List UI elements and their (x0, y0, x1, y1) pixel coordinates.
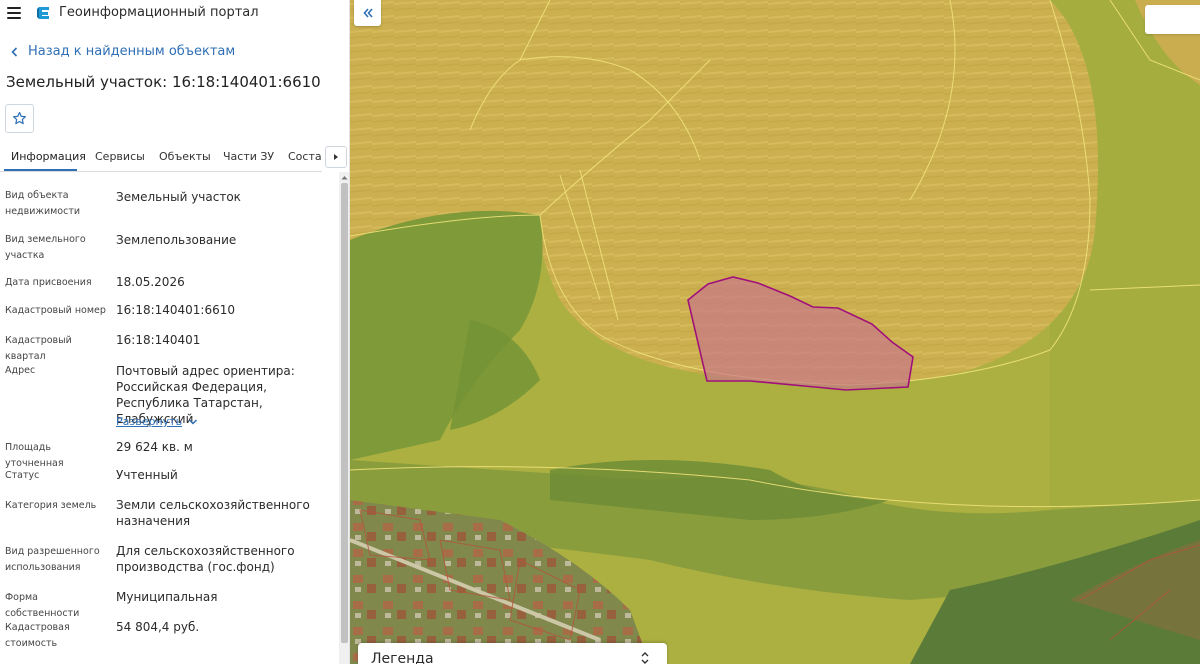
map-view[interactable] (350, 0, 1200, 664)
object-title: Земельный участок: 16:18:140401:6610 (6, 73, 321, 91)
tab-objects[interactable]: Объекты (159, 150, 211, 163)
info-label: Форма собственности (5, 592, 80, 619)
info-value: Землепользование (116, 233, 237, 247)
info-label: Дата присвоения (5, 277, 92, 288)
info-value: 16:18:140401 (116, 333, 201, 347)
active-tab-indicator (4, 169, 77, 171)
info-value: Для сельскохозяйственного производства (… (116, 544, 295, 574)
info-value: 18.05.2026 (116, 275, 185, 289)
tab-information[interactable]: Информация (11, 150, 86, 163)
info-panel: Геоинформационный портал Назад к найденн… (0, 0, 350, 664)
portal-title: Геоинформационный портал (59, 5, 259, 20)
logo-icon (37, 7, 49, 19)
info-value: Земельный участок (116, 190, 241, 204)
favorite-button[interactable] (5, 104, 34, 133)
info-label: Кадастровый номер (5, 305, 106, 316)
tab-services[interactable]: Сервисы (95, 150, 145, 163)
expand-address-link[interactable]: Развернуть (116, 415, 198, 428)
info-label: Кадастровая стоимость (5, 622, 70, 649)
triangle-right-icon (334, 154, 338, 160)
info-value: 16:18:140401:6610 (116, 303, 236, 317)
info-value: 29 624 кв. м (116, 440, 193, 454)
top-bar: Геоинформационный портал (0, 0, 349, 28)
info-label: Статус (5, 470, 40, 481)
menu-icon[interactable] (7, 7, 21, 19)
chevron-up-down-icon[interactable] (639, 650, 651, 664)
info-label: Категория земель (5, 500, 97, 511)
info-value: Учтенный (116, 468, 178, 482)
scroll-up-arrow-icon[interactable] (339, 172, 349, 183)
legend-panel[interactable]: Легенда (358, 643, 667, 664)
info-label: Адрес (5, 365, 36, 376)
scrollbar-thumb[interactable] (341, 183, 348, 643)
satellite-imagery (350, 0, 1200, 664)
panel-scrollbar[interactable] (339, 172, 349, 664)
tab-composition[interactable]: Состав (288, 150, 322, 163)
info-label: Вид разрешенного использования (5, 546, 100, 573)
info-label: Вид объекта недвижимости (5, 190, 81, 217)
back-to-results-link[interactable]: Назад к найденным объектам (8, 44, 235, 59)
double-chevron-left-icon (362, 8, 373, 18)
info-value: Земли сельскохозяйственного назначения (116, 498, 310, 528)
info-value: 54 804,4 руб. (116, 620, 200, 634)
info-label: Вид земельного участка (5, 234, 86, 261)
legend-title: Легенда (371, 651, 434, 664)
star-icon (12, 111, 27, 125)
collapse-panel-button[interactable] (354, 0, 381, 26)
tab-parcel-parts[interactable]: Части ЗУ (223, 150, 274, 163)
chevron-left-icon (11, 46, 18, 57)
back-link-label: Назад к найденным объектам (28, 44, 236, 59)
expand-label: Развернуть (116, 415, 183, 428)
tabs-next-button[interactable] (325, 146, 347, 168)
chevron-down-icon (189, 418, 198, 425)
info-table: Вид объекта недвижимости Земельный участ… (0, 180, 338, 664)
info-value: Муниципальная (116, 590, 218, 604)
info-label: Кадастровый квартал (5, 335, 72, 362)
map-search-box[interactable] (1145, 5, 1200, 34)
tab-bar: Информация Сервисы Объекты Части ЗУ Сост… (0, 146, 322, 172)
